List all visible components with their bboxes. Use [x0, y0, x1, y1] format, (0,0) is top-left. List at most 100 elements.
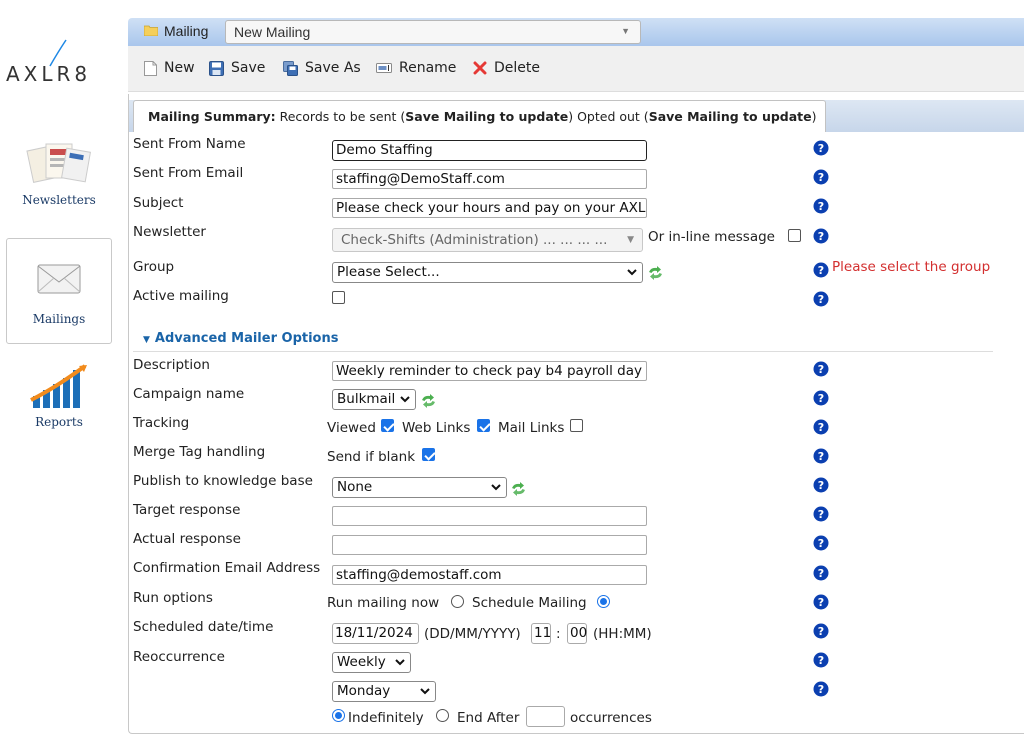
- sidebar-item-label: Reports: [35, 415, 83, 429]
- help-icon[interactable]: ?: [813, 169, 829, 185]
- svg-text:?: ?: [818, 171, 824, 184]
- axlr8-logo[interactable]: AXLR8: [6, 38, 116, 88]
- help-icon[interactable]: ?: [813, 652, 829, 668]
- scheduled-date-field[interactable]: 18/11/2024: [332, 623, 419, 644]
- web-links-checkbox[interactable]: [477, 419, 490, 432]
- subject-field[interactable]: Please check your hours and pay on your …: [332, 198, 647, 218]
- summary-opted-out-value: Save Mailing to update: [648, 109, 812, 124]
- svg-text:?: ?: [818, 567, 824, 580]
- campaign-select-value: Bulkmail: [337, 391, 396, 407]
- help-icon[interactable]: ?: [813, 565, 829, 581]
- help-icon[interactable]: ?: [813, 681, 829, 697]
- campaign-select[interactable]: Bulkmail: [332, 389, 416, 410]
- send-if-blank-checkbox[interactable]: [422, 448, 435, 461]
- reoccurrence-day-select[interactable]: Monday: [332, 681, 436, 702]
- help-icon[interactable]: ?: [813, 390, 829, 406]
- help-icon[interactable]: ?: [813, 228, 829, 244]
- active-mailing-checkbox[interactable]: [332, 291, 345, 304]
- group-error-message: Please select the group: [832, 259, 991, 275]
- help-icon[interactable]: ?: [813, 262, 829, 278]
- help-icon[interactable]: ?: [813, 594, 829, 610]
- sent-from-email-label: Sent From Email: [133, 165, 244, 181]
- newsletter-select[interactable]: Check-Shifts (Administration) ... ... ..…: [332, 228, 643, 252]
- refresh-kb-icon[interactable]: [510, 482, 527, 496]
- dropdown-arrow-icon: ▼: [621, 26, 630, 36]
- scheduled-hour-field[interactable]: 11: [531, 623, 551, 644]
- advanced-options-toggle[interactable]: ▼ Advanced Mailer Options: [143, 331, 338, 346]
- description-field[interactable]: Weekly reminder to check pay b4 payroll …: [332, 361, 647, 381]
- rename-button[interactable]: Rename: [376, 60, 456, 76]
- sent-from-email-field[interactable]: staffing@DemoStaff.com: [332, 169, 647, 189]
- inline-message-checkbox[interactable]: [788, 229, 801, 242]
- refresh-campaign-icon[interactable]: [420, 394, 437, 408]
- new-button[interactable]: New: [144, 60, 195, 76]
- actual-response-field[interactable]: [332, 535, 647, 555]
- mailing-selector[interactable]: New Mailing ▼: [225, 20, 641, 44]
- indefinitely-radio[interactable]: [332, 709, 345, 722]
- triangle-down-icon: ▼: [143, 335, 150, 345]
- help-icon[interactable]: ?: [813, 448, 829, 464]
- help-icon[interactable]: ?: [813, 198, 829, 214]
- publish-kb-select[interactable]: None: [332, 477, 507, 498]
- svg-text:?: ?: [818, 142, 824, 155]
- help-icon[interactable]: ?: [813, 419, 829, 435]
- date-format-hint: (DD/MM/YYYY): [424, 626, 521, 642]
- delete-button-label: Delete: [494, 60, 540, 76]
- target-response-field[interactable]: [332, 506, 647, 526]
- end-after-label: End After: [457, 710, 520, 726]
- inline-message-label: Or in-line message: [648, 229, 775, 245]
- chevron-down-icon: [627, 269, 637, 276]
- scheduled-minute-field[interactable]: 00: [567, 623, 587, 644]
- reoccurrence-frequency-select[interactable]: Weekly: [332, 652, 411, 673]
- actual-response-label: Actual response: [133, 531, 241, 547]
- svg-text:?: ?: [818, 293, 824, 306]
- floppy-disk-icon: [209, 60, 224, 76]
- end-after-count-field[interactable]: [526, 706, 565, 727]
- sidebar-item-label: Mailings: [32, 312, 86, 326]
- reoccurrence-label: Reoccurrence: [133, 649, 225, 665]
- group-select[interactable]: Please Select...: [332, 262, 643, 283]
- save-as-button[interactable]: Save As: [283, 60, 361, 76]
- chevron-down-icon: [420, 688, 430, 695]
- sidebar-item-mailings[interactable]: Mailings: [6, 238, 112, 344]
- run-now-label: Run mailing now: [327, 595, 440, 611]
- help-icon[interactable]: ?: [813, 535, 829, 551]
- sidebar-item-newsletters[interactable]: Newsletters: [6, 140, 112, 220]
- svg-text:?: ?: [818, 230, 824, 243]
- save-button-label: Save: [231, 60, 266, 76]
- sidebar-item-reports[interactable]: Reports: [6, 362, 112, 442]
- sent-from-name-label: Sent From Name: [133, 136, 246, 152]
- svg-text:?: ?: [818, 625, 824, 638]
- refresh-group-icon[interactable]: [647, 266, 664, 280]
- section-title: Mailing: [164, 23, 209, 39]
- save-button[interactable]: Save: [209, 60, 265, 76]
- viewed-checkbox[interactable]: [381, 419, 394, 432]
- run-now-radio[interactable]: [451, 595, 464, 608]
- tracking-label: Tracking: [133, 415, 190, 431]
- sent-from-name-field[interactable]: Demo Staffing: [332, 140, 647, 161]
- schedule-mailing-radio[interactable]: [597, 595, 610, 608]
- summary-records-value: Save Mailing to update: [405, 109, 569, 124]
- time-separator: :: [556, 626, 561, 642]
- help-icon[interactable]: ?: [813, 623, 829, 639]
- end-after-radio[interactable]: [436, 709, 449, 722]
- help-icon[interactable]: ?: [813, 291, 829, 307]
- help-icon[interactable]: ?: [813, 361, 829, 377]
- tab-mailing-summary[interactable]: Mailing Summary: Records to be sent (Sav…: [133, 100, 826, 132]
- chevron-down-icon: [400, 396, 410, 403]
- day-select-value: Monday: [337, 683, 391, 699]
- svg-text:?: ?: [818, 596, 824, 609]
- help-icon[interactable]: ?: [813, 140, 829, 156]
- delete-button[interactable]: Delete: [473, 60, 540, 76]
- delete-x-icon: [473, 61, 487, 75]
- rename-icon: [376, 63, 392, 73]
- help-icon[interactable]: ?: [813, 506, 829, 522]
- mail-links-checkbox[interactable]: [570, 419, 583, 432]
- svg-text:?: ?: [818, 363, 824, 376]
- rename-button-label: Rename: [399, 60, 457, 76]
- confirmation-email-field[interactable]: staffing@demostaff.com: [332, 565, 647, 585]
- time-format-hint: (HH:MM): [593, 626, 652, 642]
- help-icon[interactable]: ?: [813, 477, 829, 493]
- publish-kb-select-value: None: [337, 479, 373, 495]
- svg-text:?: ?: [818, 479, 824, 492]
